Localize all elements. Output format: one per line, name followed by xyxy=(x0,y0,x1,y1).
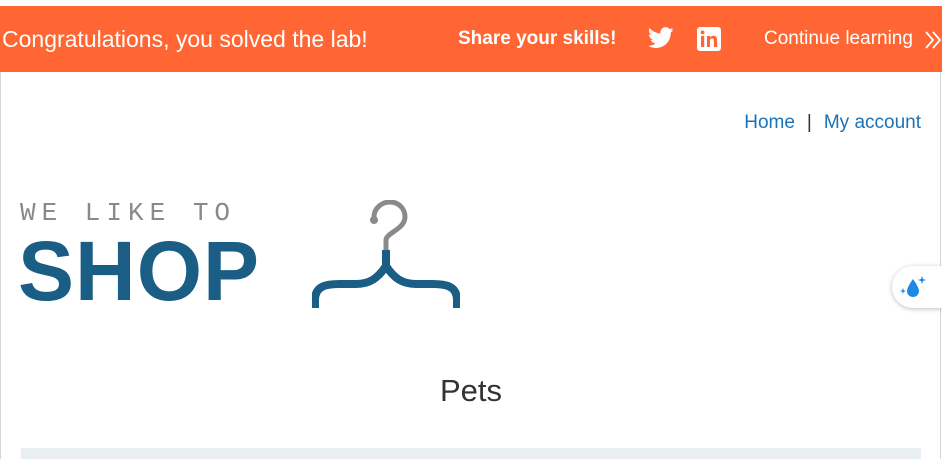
linkedin-icon xyxy=(697,27,721,51)
nav-home-link[interactable]: Home xyxy=(744,112,795,133)
lab-solved-banner: Congratulations, you solved the lab! Sha… xyxy=(0,6,942,72)
twitter-share-button[interactable] xyxy=(647,27,674,51)
top-nav: Home | My account xyxy=(744,111,921,135)
page: Congratulations, you solved the lab! Sha… xyxy=(0,0,942,459)
double-chevron-right-icon xyxy=(925,31,942,49)
nav-separator: | xyxy=(806,112,812,133)
category-heading: Pets xyxy=(439,373,503,408)
share-skills-label: Share your skills! xyxy=(458,28,617,49)
sparkle-droplet-icon xyxy=(900,276,926,297)
hanger-icon xyxy=(312,200,460,308)
banner-message: Congratulations, you solved the lab! xyxy=(2,26,368,52)
continue-learning-link[interactable]: Continue learning xyxy=(764,27,913,51)
product-list-panel xyxy=(21,448,921,459)
linkedin-share-button[interactable] xyxy=(697,27,721,51)
floating-assistant-button[interactable] xyxy=(892,266,942,308)
nav-my-account-link[interactable]: My account xyxy=(824,112,921,133)
logo-word: SHOP xyxy=(18,224,261,318)
twitter-icon xyxy=(647,27,674,48)
shop-logo[interactable]: WE LIKE TO SHOP xyxy=(18,196,460,316)
